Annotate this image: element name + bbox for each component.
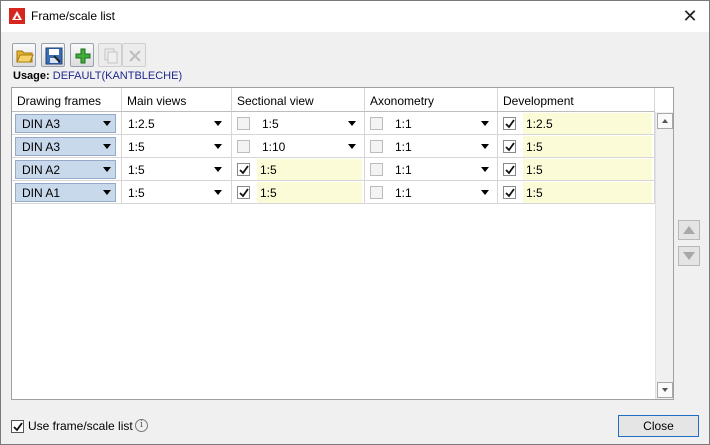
move-row-down-button[interactable] [678,246,700,266]
use-frame-scale-list-checkbox[interactable] [11,420,24,433]
open-folder-button[interactable] [12,43,36,67]
main-views-scale-select[interactable]: 1:5 [128,181,228,204]
save-list-button[interactable] [41,43,65,67]
delete-icon [129,50,141,62]
sectional-view-scale-select[interactable]: 1:5 [262,112,362,135]
checkmark-icon [505,119,515,129]
drawing-frame-select[interactable]: DIN A2 [15,160,116,179]
title-bar: Frame/scale list ✕ [1,1,709,32]
column-header-main-views[interactable]: Main views [122,88,232,112]
app-logo-icon [9,8,25,24]
sectional-view-checkbox[interactable] [237,140,250,153]
add-row-button[interactable] [70,43,94,67]
use-frame-scale-list-label[interactable]: Use frame/scale list [28,419,133,433]
copy-icon [104,48,118,64]
scroll-up-button[interactable] [657,113,673,129]
main-views-scale-select[interactable]: 1:2.5 [128,112,228,135]
frame-scale-table: Drawing frames Main views Sectional view… [11,87,674,400]
development-checkbox[interactable] [503,140,516,153]
column-header-sectional-view[interactable]: Sectional view [232,88,365,112]
table-row: DIN A3 1:5 1:10 1:1 1:5 [12,135,655,158]
development-checkbox[interactable] [503,163,516,176]
main-views-scale-select[interactable]: 1:5 [128,135,228,158]
drawing-frame-select[interactable]: DIN A3 [15,114,116,133]
sectional-view-scale-field[interactable]: 1:5 [257,159,362,180]
delete-row-button[interactable] [122,43,146,67]
chevron-down-icon [348,121,356,126]
save-icon [45,47,63,65]
chevron-down-icon [481,167,489,172]
plus-icon [75,48,91,64]
sectional-view-checkbox[interactable] [237,163,250,176]
checkmark-icon [13,422,23,432]
usage-line: Usage: DEFAULT(KANTBLECHE) [13,70,182,82]
axonometry-scale-select[interactable]: 1:1 [395,181,495,204]
chevron-down-icon [348,144,356,149]
vertical-scrollbar[interactable] [655,112,673,399]
chevron-down-icon [214,144,222,149]
chevron-down-icon [481,190,489,195]
column-header-axonometry[interactable]: Axonometry [365,88,498,112]
axonometry-checkbox[interactable] [370,117,383,130]
development-checkbox[interactable] [503,186,516,199]
column-header-development[interactable]: Development [498,88,655,112]
axonometry-scale-select[interactable]: 1:1 [395,135,495,158]
arrow-down-icon [683,252,695,260]
chevron-down-icon [214,167,222,172]
axonometry-checkbox[interactable] [370,186,383,199]
sectional-view-scale-select[interactable]: 1:10 [262,135,362,158]
checkmark-icon [239,165,249,175]
frame-scale-dialog: Frame/scale list ✕ Usage: DEFAULT(KANTBL… [0,0,710,445]
checkmark-icon [505,188,515,198]
axonometry-checkbox[interactable] [370,163,383,176]
arrow-down-icon [662,388,668,392]
chevron-down-icon [481,144,489,149]
checkmark-icon [239,188,249,198]
main-views-scale-select[interactable]: 1:5 [128,158,228,181]
development-scale-field[interactable]: 1:5 [523,182,652,203]
table-row: DIN A3 1:2.5 1:5 1:1 1:2.5 [12,112,655,135]
drawing-frame-select[interactable]: DIN A1 [15,183,116,202]
table-row: DIN A1 1:5 1:5 1:1 1:5 [12,181,655,204]
info-icon[interactable]: i [135,419,148,432]
sectional-view-checkbox[interactable] [237,117,250,130]
table-row: DIN A2 1:5 1:5 1:1 1:5 [12,158,655,181]
development-scale-field[interactable]: 1:5 [523,159,652,180]
chevron-down-icon [214,121,222,126]
axonometry-checkbox[interactable] [370,140,383,153]
checkmark-icon [505,142,515,152]
move-row-up-button[interactable] [678,220,700,240]
close-button[interactable]: Close [618,415,699,437]
folder-open-icon [16,50,34,63]
drawing-frame-select[interactable]: DIN A3 [15,137,116,156]
copy-row-button[interactable] [98,43,122,67]
development-checkbox[interactable] [503,117,516,130]
scroll-down-button[interactable] [657,382,673,398]
chevron-down-icon [103,167,111,172]
axonometry-scale-select[interactable]: 1:1 [395,158,495,181]
sectional-view-scale-field[interactable]: 1:5 [257,182,362,203]
chevron-down-icon [103,121,111,126]
close-icon[interactable]: ✕ [675,2,705,30]
column-header-drawing-frames[interactable]: Drawing frames [12,88,122,112]
arrow-up-icon [683,226,695,234]
arrow-up-icon [662,119,668,123]
table-header: Drawing frames Main views Sectional view… [12,88,655,112]
development-scale-field[interactable]: 1:2.5 [523,113,652,134]
chevron-down-icon [103,190,111,195]
chevron-down-icon [481,121,489,126]
chevron-down-icon [214,190,222,195]
checkmark-icon [505,165,515,175]
usage-label: Usage: [13,70,50,82]
window-title: Frame/scale list [31,9,116,23]
sectional-view-checkbox[interactable] [237,186,250,199]
chevron-down-icon [103,144,111,149]
usage-value: DEFAULT(KANTBLECHE) [52,70,183,82]
development-scale-field[interactable]: 1:5 [523,136,652,157]
axonometry-scale-select[interactable]: 1:1 [395,112,495,135]
